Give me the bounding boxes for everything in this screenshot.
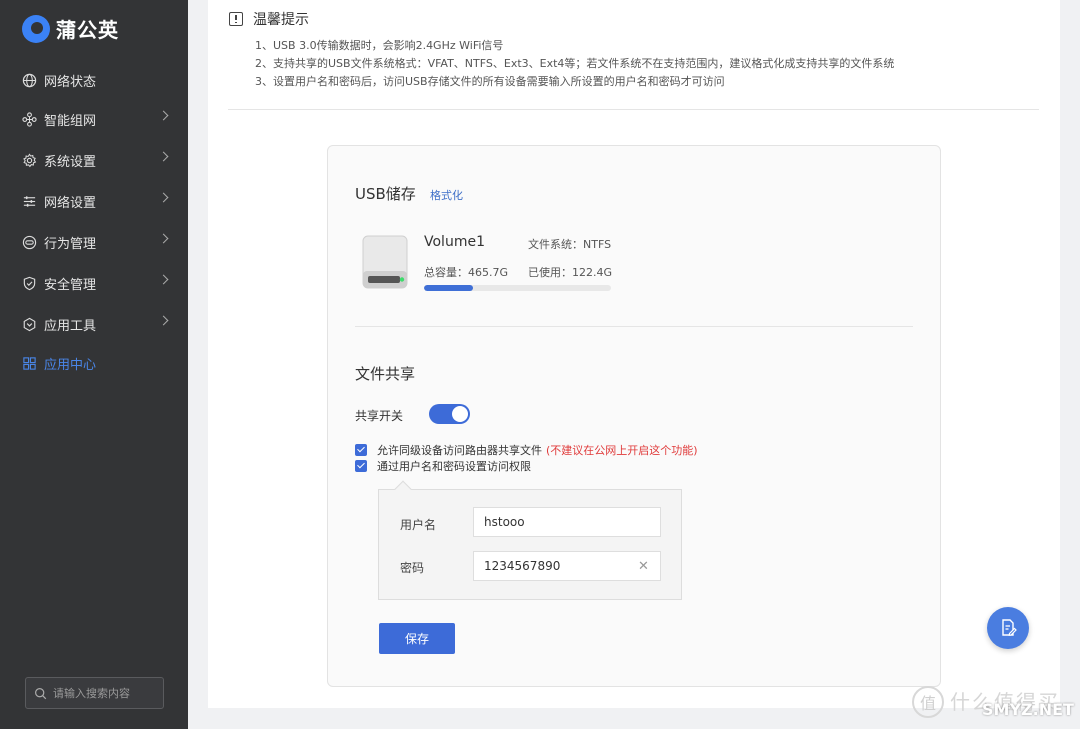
- sidebar: 蒲公英 网络状态 智能组网 系统设置 网络设置 行为管理 安全管理 应用工具 应…: [0, 0, 188, 729]
- sidebar-search: [25, 677, 164, 709]
- auth-access-checkbox[interactable]: [355, 460, 367, 472]
- file-share-title: 文件共享: [355, 365, 416, 383]
- tip-line-1: 1、USB 3.0传输数据时，会影响2.4GHz WiFi信号: [255, 39, 504, 52]
- chevron-right-icon: [158, 110, 169, 121]
- chevron-right-icon: [158, 274, 169, 285]
- clear-icon[interactable]: ✕: [638, 559, 649, 574]
- divider: [228, 109, 1039, 110]
- option-label: 允许同级设备访问路由器共享文件: [377, 444, 542, 457]
- sidebar-item-label: 安全管理: [44, 277, 97, 293]
- brand-name: 蒲公英: [56, 18, 119, 42]
- sidebar-item-label: 应用中心: [44, 357, 97, 373]
- sidebar-item-network-status[interactable]: 网络状态: [0, 60, 188, 100]
- sidebar-item-app-tools[interactable]: 应用工具: [0, 304, 188, 344]
- watermark: 值 什么值得买 SMYZ.NET: [912, 686, 1080, 729]
- usb-share-card: USB储存 格式化 Volume1 文件系统：NTFS 总容量：465.7G 已…: [327, 145, 941, 687]
- option-allow-peer-access: 允许同级设备访问路由器共享文件 (不建议在公网上开启这个功能): [355, 442, 698, 458]
- shield-icon: [21, 275, 37, 291]
- sliders-icon: [21, 193, 37, 209]
- usage-progress-bar: [424, 285, 611, 291]
- sidebar-item-network-settings[interactable]: 网络设置: [0, 181, 188, 221]
- panel-pointer: [394, 480, 412, 498]
- sidebar-item-label: 网络状态: [44, 74, 97, 90]
- save-button[interactable]: 保存: [379, 623, 455, 654]
- sidebar-item-label: 智能组网: [44, 113, 97, 129]
- volume-name: Volume1: [424, 234, 485, 250]
- search-input[interactable]: [53, 686, 153, 700]
- total-capacity: 总容量：465.7G: [424, 266, 509, 279]
- tips-title: 温馨提示: [253, 12, 309, 28]
- tip-line-3: 3、设置用户名和密码后，访问USB存储文件的所有设备需要输入所设置的用户名和密码…: [255, 75, 725, 88]
- format-link[interactable]: 格式化: [430, 187, 463, 203]
- password-label: 密码: [400, 561, 425, 575]
- feedback-float-button[interactable]: [987, 607, 1029, 649]
- toggle-knob: [452, 406, 468, 422]
- sidebar-item-label: 行为管理: [44, 236, 97, 252]
- allow-peer-checkbox[interactable]: [355, 444, 367, 456]
- network-nodes-icon: [21, 111, 37, 127]
- info-alert-icon: [229, 12, 243, 26]
- dandelion-logo-icon: [22, 14, 50, 43]
- option-label: 通过用户名和密码设置访问权限: [377, 460, 531, 473]
- watermark-site: SMYZ.NET: [982, 700, 1074, 719]
- search-icon: [35, 687, 47, 699]
- sidebar-item-behavior-management[interactable]: 行为管理: [0, 222, 188, 262]
- brand-logo[interactable]: 蒲公英: [22, 14, 119, 43]
- share-switch-label: 共享开关: [355, 409, 404, 423]
- credentials-panel: 用户名 密码 ✕: [378, 480, 682, 600]
- gear-icon: [21, 152, 37, 168]
- chevron-right-icon: [158, 315, 169, 326]
- usb-storage-title: USB储存: [355, 185, 416, 203]
- sidebar-item-label: 网络设置: [44, 195, 97, 211]
- sidebar-item-smart-network[interactable]: 智能组网: [0, 99, 188, 139]
- divider: [355, 326, 913, 327]
- sidebar-item-security-management[interactable]: 安全管理: [0, 263, 188, 303]
- chevron-right-icon: [158, 151, 169, 162]
- warning-text: (不建议在公网上开启这个功能): [546, 444, 698, 457]
- hard-drive-icon: [362, 235, 408, 289]
- chevron-right-icon: [158, 233, 169, 244]
- chevron-right-icon: [158, 192, 169, 203]
- sidebar-item-app-center[interactable]: 应用中心: [0, 343, 188, 383]
- main-panel: 温馨提示 1、USB 3.0传输数据时，会影响2.4GHz WiFi信号 2、支…: [208, 0, 1060, 708]
- usage-progress-fill: [424, 285, 474, 291]
- globe-icon: [21, 72, 37, 88]
- password-field[interactable]: [473, 551, 661, 581]
- sidebar-item-label: 系统设置: [44, 154, 97, 170]
- username-field[interactable]: [473, 507, 661, 537]
- tip-line-2: 2、支持共享的USB文件系统格式：VFAT、NTFS、Ext3、Ext4等；若文…: [255, 57, 895, 70]
- option-auth-access: 通过用户名和密码设置访问权限: [355, 458, 531, 474]
- sidebar-item-label: 应用工具: [44, 318, 97, 334]
- used-capacity: 已使用：122.4G: [528, 266, 613, 279]
- sidebar-item-system-settings[interactable]: 系统设置: [0, 140, 188, 180]
- watermark-logo-icon: 值: [912, 686, 944, 718]
- tips-header: 温馨提示: [229, 9, 309, 29]
- filesystem-label: 文件系统：NTFS: [528, 238, 612, 251]
- username-label: 用户名: [400, 518, 437, 532]
- behavior-icon: [21, 234, 37, 250]
- hexagon-tool-icon: [21, 316, 37, 332]
- edit-document-icon: [1002, 619, 1017, 636]
- share-toggle[interactable]: [429, 404, 470, 424]
- grid-apps-icon: [21, 355, 37, 371]
